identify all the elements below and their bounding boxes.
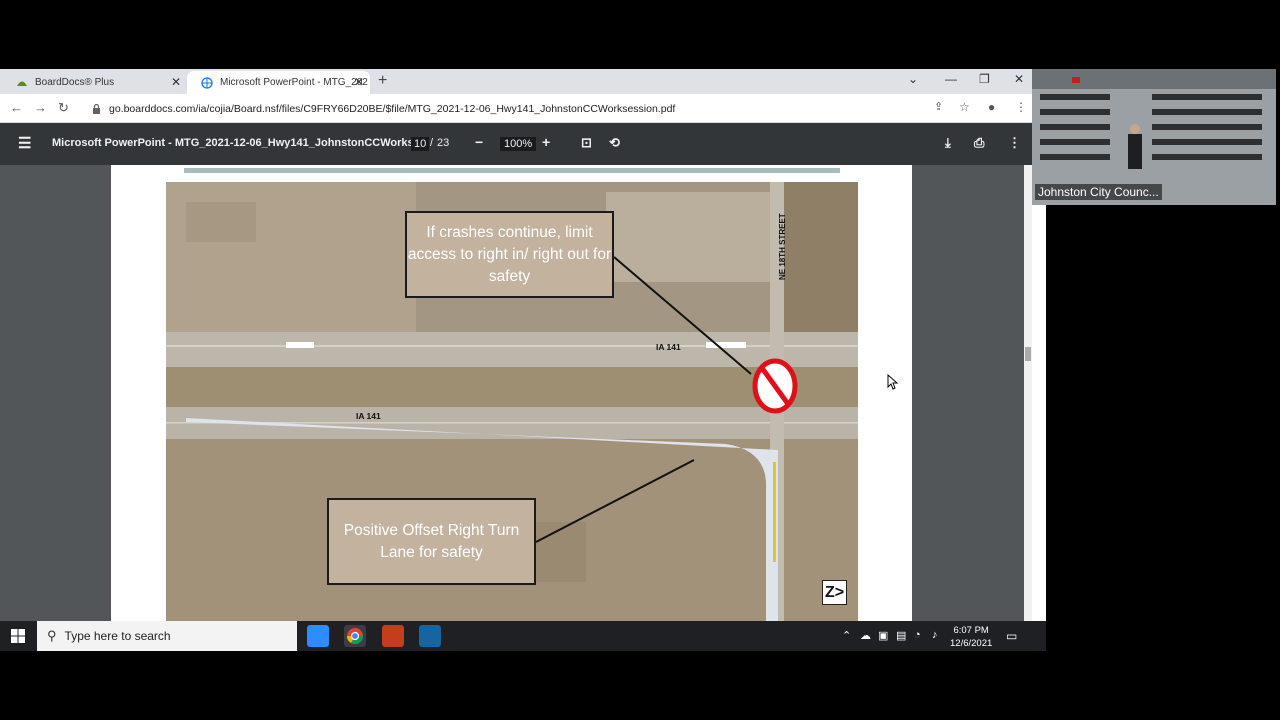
minimize-icon[interactable]: — (945, 72, 957, 86)
scrollbar-thumb[interactable] (1025, 347, 1031, 361)
volume-icon[interactable]: ♪ (932, 629, 938, 641)
address-bar[interactable]: go.boarddocs.com/ia/cojia/Board.nsf/file… (86, 98, 956, 119)
globe-favicon-icon (201, 76, 213, 89)
taskbar-clock[interactable]: 6:07 PM 12/6/2021 (950, 624, 992, 650)
share-icon[interactable]: ⇪ (934, 100, 943, 113)
notification-icon[interactable]: ▭ (1006, 629, 1017, 643)
aerial-map: NE 18TH STREET IA 141 IA 141 If crashes … (166, 182, 858, 621)
zoom-out-icon[interactable]: − (475, 134, 483, 150)
page-total: 23 (437, 137, 450, 149)
zoom-input[interactable]: 100% (500, 137, 537, 151)
browser-window: BoardDocs® Plus ✕ Microsoft PowerPoint -… (0, 69, 1032, 621)
print-icon[interactable]: ⎙ (974, 135, 984, 151)
app-icon[interactable] (419, 625, 441, 647)
no-entry-sign-icon (752, 358, 798, 414)
onedrive-icon[interactable]: ☁ (860, 629, 871, 642)
pdf-viewer[interactable]: NE 18TH STREET IA 141 IA 141 If crashes … (0, 165, 1024, 621)
restore-icon[interactable]: ❐ (979, 72, 990, 86)
chrome-menu-icon[interactable]: ⋮ (1015, 100, 1027, 114)
webcam-label: Johnston City Counc... (1035, 184, 1162, 200)
close-window-icon[interactable]: ✕ (1014, 72, 1024, 86)
windows-start-icon[interactable] (11, 629, 25, 643)
tab-powerpoint-label: Microsoft PowerPoint - MTG_202 (220, 77, 368, 88)
url-text: go.boarddocs.com/ia/cojia/Board.nsf/file… (109, 102, 676, 115)
pdf-title: Microsoft PowerPoint - MTG_2021-12-06_Hw… (52, 137, 423, 149)
back-icon[interactable]: ← (10, 100, 23, 115)
new-tab-icon[interactable]: + (378, 72, 387, 90)
page-number-input[interactable]: 10 (411, 137, 430, 151)
road-label-upper: IA 141 (656, 342, 681, 352)
pdf-page: NE 18TH STREET IA 141 IA 141 If crashes … (111, 165, 912, 621)
forward-icon[interactable]: → (34, 100, 47, 115)
tab-boarddocs-label: BoardDocs® Plus (35, 77, 115, 88)
pdf-menu-icon[interactable]: ☰ (18, 134, 31, 152)
rotate-icon[interactable]: ⟲ (609, 135, 620, 151)
tab-powerpoint-pdf[interactable]: Microsoft PowerPoint - MTG_202 ✕ (187, 71, 370, 94)
tray-app-icon[interactable]: ▣ (878, 629, 888, 642)
bookmark-star-icon[interactable]: ☆ (959, 100, 970, 114)
power-icon[interactable]: ▤ (896, 629, 906, 642)
pdf-toolbar: ☰ Microsoft PowerPoint - MTG_2021-12-06_… (0, 123, 1032, 165)
search-placeholder: Type here to search (64, 629, 171, 643)
boarddocs-favicon-icon (17, 81, 27, 86)
powerpoint-app-icon[interactable] (382, 625, 404, 647)
profile-icon[interactable]: ● (988, 100, 995, 114)
tab-search-chevron-icon[interactable]: ⌄ (908, 72, 918, 86)
callout-right-in-right-out: If crashes continue, limit access to rig… (405, 211, 614, 298)
slide-header-bar (184, 168, 840, 173)
lock-icon (93, 103, 100, 114)
windows-taskbar: ⚲ Type here to search ⌃ ☁ ▣ ▤ ◔ ♪ 6:07 P… (0, 621, 1046, 651)
clock-time: 6:07 PM (953, 625, 989, 636)
clock-date: 12/6/2021 (950, 638, 993, 649)
vertical-scrollbar[interactable] (1024, 165, 1032, 621)
taskbar-search-box[interactable]: ⚲ Type here to search (37, 621, 297, 651)
tab-close-icon[interactable]: ✕ (354, 75, 364, 89)
zoom-app-icon[interactable] (307, 625, 329, 647)
road-label-lower: IA 141 (356, 411, 381, 421)
browser-toolbar: ← → ↻ go.boarddocs.com/ia/cojia/Board.ns… (0, 94, 1032, 123)
page-separator: / (430, 137, 434, 149)
tray-chevron-icon[interactable]: ⌃ (842, 629, 851, 642)
company-logo: Z> (822, 580, 847, 605)
tab-boarddocs[interactable]: BoardDocs® Plus ✕ (2, 71, 187, 94)
webcam-feed: Johnston City Counc... (1032, 69, 1276, 205)
callout-offset-turn-lane: Positive Offset Right Turn Lane for safe… (327, 498, 536, 585)
street-label-ne-18th: NE 18TH STREET (778, 213, 787, 280)
search-icon: ⚲ (47, 628, 57, 643)
mouse-cursor-icon (887, 374, 899, 390)
zoom-in-icon[interactable]: + (542, 134, 550, 150)
tab-strip: BoardDocs® Plus ✕ Microsoft PowerPoint -… (0, 69, 1032, 94)
pdf-more-icon[interactable]: ⋮ (1008, 135, 1021, 151)
download-icon[interactable]: ⤓ (945, 135, 951, 151)
tab-close-icon[interactable]: ✕ (171, 75, 181, 89)
chrome-app-icon[interactable] (344, 625, 366, 647)
side-panel (1032, 205, 1046, 651)
reload-icon[interactable]: ↻ (58, 100, 69, 116)
fit-page-icon[interactable]: ⊡ (581, 135, 592, 151)
wifi-icon[interactable]: ◔ (914, 629, 921, 641)
